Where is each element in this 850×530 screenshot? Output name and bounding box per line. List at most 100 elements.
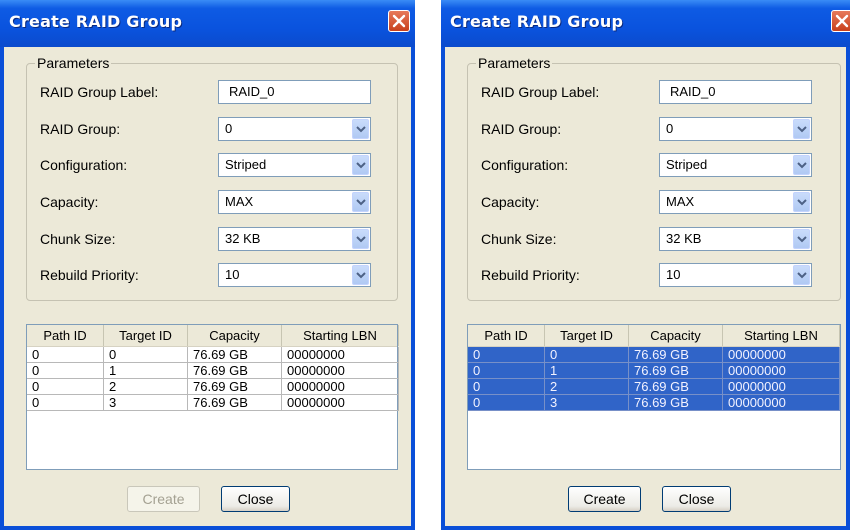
raid-group-label: RAID Group:	[40, 121, 121, 137]
column-header-capacity[interactable]: Capacity	[188, 325, 282, 346]
cell-path-id: 0	[468, 347, 545, 363]
parameters-group-title: Parameters	[476, 55, 553, 71]
close-button[interactable]: Close	[662, 486, 731, 512]
chunk-size-label: Chunk Size:	[40, 231, 116, 247]
cell-capacity: 76.69 GB	[188, 363, 282, 379]
close-icon	[392, 14, 406, 28]
parameters-group: Parameters RAID Group Label: RAID_0 RAID…	[26, 55, 398, 301]
table-row[interactable]: 0 0 76.69 GB 00000000	[468, 347, 840, 363]
raid-group-label-label: RAID Group Label:	[40, 84, 159, 100]
rebuild-priority-label: Rebuild Priority:	[481, 267, 580, 283]
chevron-down-icon[interactable]	[793, 229, 810, 249]
column-header-target-id[interactable]: Target ID	[104, 325, 188, 346]
capacity-value: MAX	[225, 194, 254, 209]
cell-target-id: 1	[545, 363, 629, 379]
column-header-path-id[interactable]: Path ID	[27, 325, 104, 346]
cell-target-id: 3	[104, 395, 188, 411]
chevron-down-icon[interactable]	[793, 155, 810, 175]
cell-target-id: 1	[104, 363, 188, 379]
chevron-down-icon[interactable]	[352, 119, 369, 139]
column-header-path-id[interactable]: Path ID	[468, 325, 545, 346]
column-header-starting-lbn[interactable]: Starting LBN	[282, 325, 399, 346]
close-window-button[interactable]	[388, 10, 410, 32]
cell-starting-lbn: 00000000	[723, 379, 840, 395]
title-bar[interactable]: Create RAID Group	[441, 0, 850, 47]
title-bar[interactable]: Create RAID Group	[0, 0, 415, 47]
chunk-size-select[interactable]: 32 KB	[218, 227, 371, 251]
raid-group-select[interactable]: 0	[218, 117, 371, 141]
cell-capacity: 76.69 GB	[188, 379, 282, 395]
capacity-label: Capacity:	[481, 194, 540, 210]
table-header: Path ID Target ID Capacity Starting LBN	[27, 325, 399, 347]
cell-path-id: 0	[468, 379, 545, 395]
chevron-down-icon[interactable]	[352, 155, 369, 175]
chunk-size-value: 32 KB	[666, 231, 702, 246]
create-raid-dialog-right: Create RAID Group Parameters RAID Group …	[441, 0, 850, 530]
table-row[interactable]: 0 2 76.69 GB 00000000	[27, 379, 399, 395]
rebuild-priority-label: Rebuild Priority:	[40, 267, 139, 283]
capacity-select[interactable]: MAX	[659, 190, 812, 214]
cell-capacity: 76.69 GB	[629, 363, 723, 379]
close-window-button[interactable]	[831, 10, 850, 32]
dialog-title: Create RAID Group	[450, 12, 624, 31]
table-row[interactable]: 0 1 76.69 GB 00000000	[468, 363, 840, 379]
cell-target-id: 0	[104, 347, 188, 363]
chevron-down-icon[interactable]	[352, 229, 369, 249]
cell-starting-lbn: 00000000	[282, 379, 399, 395]
capacity-label: Capacity:	[40, 194, 99, 210]
chevron-down-icon[interactable]	[352, 192, 369, 212]
cell-capacity: 76.69 GB	[629, 395, 723, 411]
cell-capacity: 76.69 GB	[629, 347, 723, 363]
configuration-select[interactable]: Striped	[659, 153, 812, 177]
raid-group-value: 0	[225, 121, 233, 136]
configuration-select[interactable]: Striped	[218, 153, 371, 177]
configuration-label: Configuration:	[40, 157, 128, 173]
table-header: Path ID Target ID Capacity Starting LBN	[468, 325, 840, 347]
chevron-down-icon[interactable]	[352, 265, 369, 285]
table-row[interactable]: 0 3 76.69 GB 00000000	[27, 395, 399, 411]
parameters-group-title: Parameters	[35, 55, 112, 71]
table-row[interactable]: 0 3 76.69 GB 00000000	[468, 395, 840, 411]
capacity-select[interactable]: MAX	[218, 190, 371, 214]
cell-target-id: 2	[545, 379, 629, 395]
cell-target-id: 0	[545, 347, 629, 363]
chevron-down-icon[interactable]	[793, 265, 810, 285]
dialog-body: Parameters RAID Group Label: RAID_0 RAID…	[445, 47, 846, 526]
cell-path-id: 0	[27, 347, 104, 363]
chevron-down-icon[interactable]	[793, 119, 810, 139]
raid-group-label-input[interactable]: RAID_0	[659, 80, 812, 104]
cell-starting-lbn: 00000000	[282, 363, 399, 379]
column-header-capacity[interactable]: Capacity	[629, 325, 723, 346]
cell-path-id: 0	[27, 379, 104, 395]
cell-starting-lbn: 00000000	[723, 347, 840, 363]
table-row[interactable]: 0 0 76.69 GB 00000000	[27, 347, 399, 363]
chunk-size-select[interactable]: 32 KB	[659, 227, 812, 251]
create-button[interactable]: Create	[127, 486, 200, 512]
rebuild-priority-value: 10	[225, 267, 240, 282]
chunk-size-value: 32 KB	[225, 231, 261, 246]
table-row[interactable]: 0 1 76.69 GB 00000000	[27, 363, 399, 379]
disk-table[interactable]: Path ID Target ID Capacity Starting LBN …	[467, 324, 841, 470]
cell-starting-lbn: 00000000	[723, 395, 840, 411]
cell-target-id: 3	[545, 395, 629, 411]
raid-group-label-label: RAID Group Label:	[481, 84, 600, 100]
chunk-size-label: Chunk Size:	[481, 231, 557, 247]
cell-path-id: 0	[468, 363, 545, 379]
cell-path-id: 0	[468, 395, 545, 411]
disk-table[interactable]: Path ID Target ID Capacity Starting LBN …	[26, 324, 399, 470]
cell-capacity: 76.69 GB	[629, 379, 723, 395]
close-button[interactable]: Close	[221, 486, 290, 512]
create-button[interactable]: Create	[568, 486, 641, 512]
configuration-value: Striped	[666, 157, 708, 172]
table-row[interactable]: 0 2 76.69 GB 00000000	[468, 379, 840, 395]
dialog-title: Create RAID Group	[9, 12, 183, 31]
raid-group-select[interactable]: 0	[659, 117, 812, 141]
raid-group-label-input[interactable]: RAID_0	[218, 80, 371, 104]
column-header-target-id[interactable]: Target ID	[545, 325, 629, 346]
rebuild-priority-select[interactable]: 10	[218, 263, 371, 287]
chevron-down-icon[interactable]	[793, 192, 810, 212]
cell-starting-lbn: 00000000	[282, 395, 399, 411]
column-header-starting-lbn[interactable]: Starting LBN	[723, 325, 840, 346]
rebuild-priority-select[interactable]: 10	[659, 263, 812, 287]
cell-starting-lbn: 00000000	[282, 347, 399, 363]
